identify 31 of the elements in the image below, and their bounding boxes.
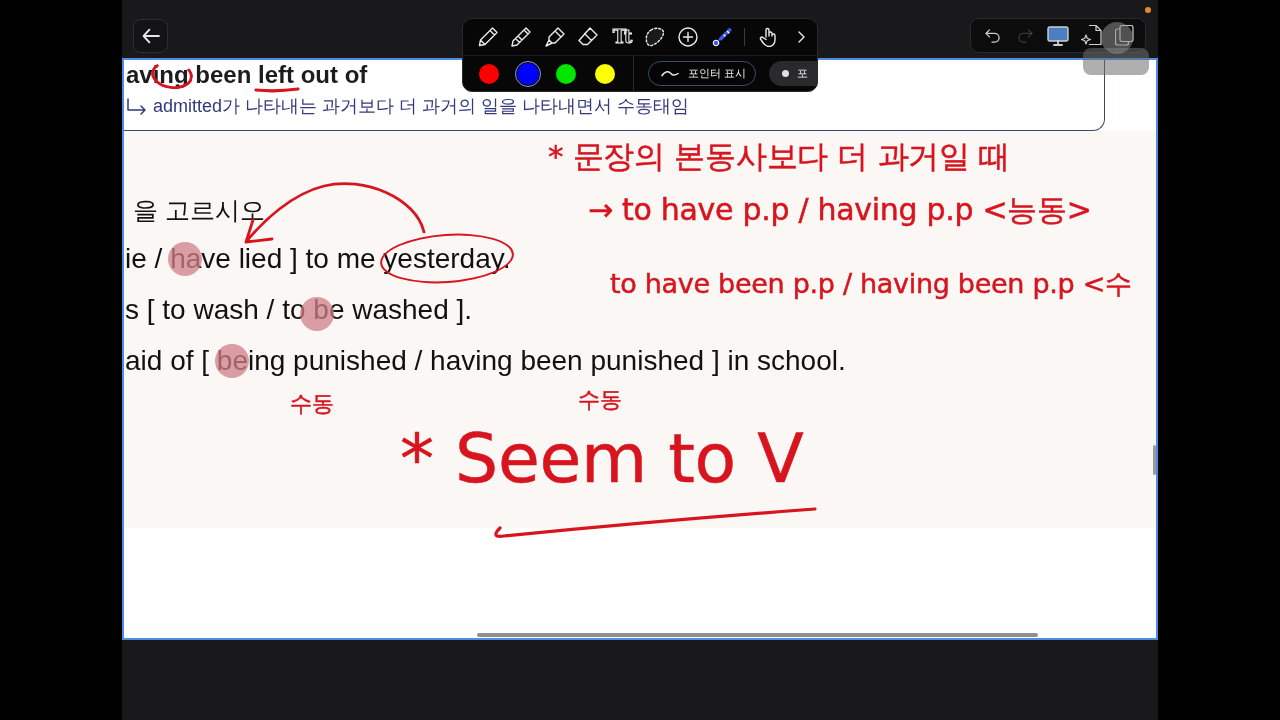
pencil-icon xyxy=(511,27,532,47)
pointer-dot-button[interactable]: 포 xyxy=(769,61,817,86)
highlighter-icon xyxy=(544,27,565,47)
handwritten-note: * Seem to V xyxy=(400,420,804,499)
eraser-icon xyxy=(578,27,599,47)
question-sentence: ie / have lied ] to me yesterday. xyxy=(124,233,519,284)
back-button[interactable] xyxy=(133,19,168,53)
dot-icon xyxy=(782,70,789,77)
question-sentence: s [ to wash / to be washed ]. xyxy=(124,284,481,335)
handwritten-note: to have been p.p / having been p.p <수 xyxy=(610,268,1132,300)
instruction-text: 을 고르시오 xyxy=(132,195,265,226)
plus-circle-icon xyxy=(678,27,699,47)
pointer-stick-icon xyxy=(711,27,732,47)
handwritten-note: → to have p.p / having p.p <능동> xyxy=(588,193,1092,228)
explanation-text: admitted가 나타내는 과거보다 더 과거의 일을 나타내면서 수동태임 xyxy=(153,95,690,118)
pointer-trail-button[interactable]: 포인터 표시 xyxy=(648,61,756,86)
touch-indicator xyxy=(1083,22,1149,75)
chevron-right-icon xyxy=(798,31,806,43)
handwritten-note: 수동 xyxy=(578,387,622,413)
handwritten-note: 수동 xyxy=(290,391,334,417)
handwritten-note: * 문장의 본동사보다 더 과거일 때 xyxy=(548,139,1011,175)
wave-icon xyxy=(661,70,679,77)
handwritten-underline xyxy=(254,87,300,93)
pen-icon xyxy=(478,27,498,47)
indicator-dot-icon xyxy=(1145,7,1151,13)
hand-icon xyxy=(758,27,779,47)
text-tool-button[interactable]: Tt xyxy=(606,22,637,52)
dashed-loop-icon xyxy=(644,27,665,47)
question-sentence: aid of [ being punished / having been punished ] in school. xyxy=(124,335,854,386)
return-arrow-icon xyxy=(127,97,147,115)
left-arrow-icon xyxy=(141,28,160,44)
